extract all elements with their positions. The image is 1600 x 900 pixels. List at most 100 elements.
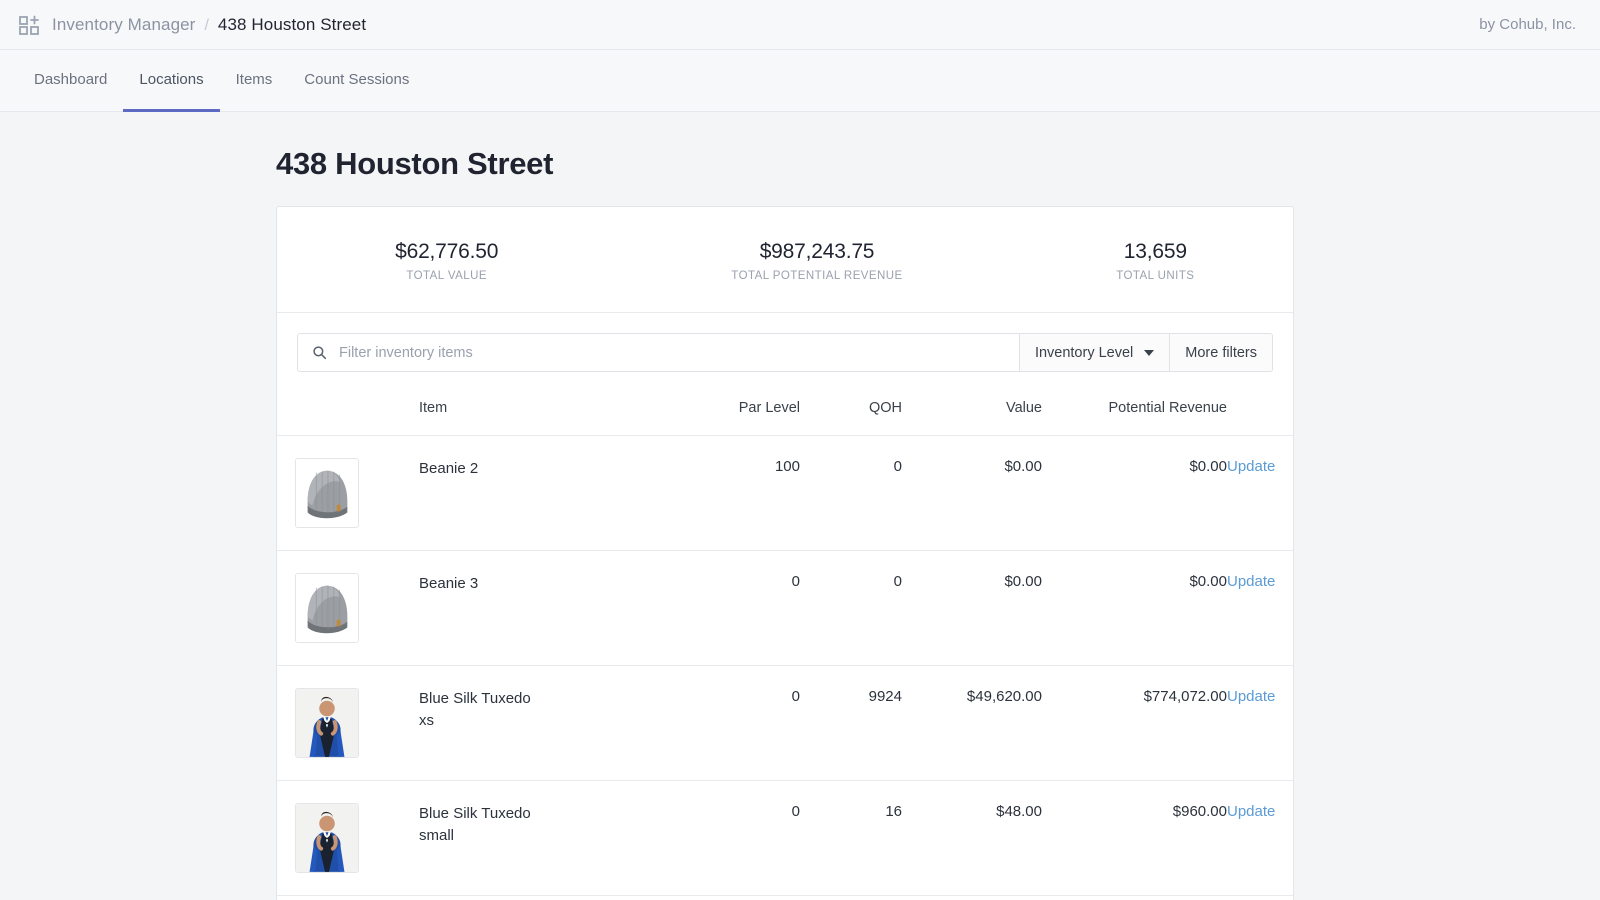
- update-link[interactable]: Update: [1227, 573, 1275, 590]
- more-filters-button[interactable]: More filters: [1170, 333, 1273, 373]
- breadcrumb: Inventory Manager / 438 Houston Street: [52, 15, 366, 35]
- column-header-par-level: Par Level: [684, 390, 800, 437]
- inventory-table-body: Beanie 2 100 0 $0.00 $0.00 Update Beanie 3 0 0 $0…: [277, 435, 1293, 900]
- search-icon: [312, 345, 327, 360]
- stat-total-value-label: TOTAL VALUE: [406, 270, 487, 283]
- row-potential-revenue-cell: $774,072.00: [1042, 665, 1227, 782]
- row-potential-revenue-cell: $960.00: [1042, 780, 1227, 897]
- search-field-wrapper[interactable]: [297, 333, 1020, 373]
- beanie-thumbnail: [295, 573, 359, 644]
- update-link[interactable]: Update: [1227, 458, 1275, 475]
- row-item-cell: Blue Silk Tuxedomedium: [419, 896, 684, 900]
- row-item-cell: Beanie 3: [419, 550, 684, 667]
- chevron-down-icon: [1144, 349, 1155, 356]
- row-item-cell: Beanie 2: [419, 435, 684, 552]
- row-par-level-cell: 0: [684, 665, 800, 782]
- more-filters-label: More filters: [1185, 344, 1257, 361]
- column-header-potential-revenue: Potential Revenue: [1042, 390, 1227, 437]
- tab-count-sessions-label: Count Sessions: [304, 71, 410, 88]
- topbar: Inventory Manager / 438 Houston Street b…: [0, 0, 1600, 50]
- row-action-cell: Update: [1227, 780, 1293, 897]
- item-name: Beanie 3: [419, 575, 479, 593]
- page-title: 438 Houston Street: [276, 146, 554, 181]
- table-header-row: Item Par Level QOH Value Potential Reven…: [277, 390, 1293, 437]
- tab-dashboard-label: Dashboard: [34, 71, 108, 88]
- stat-total-units: 13,659 TOTAL UNITS: [1018, 240, 1293, 282]
- row-thumbnail-cell: [277, 550, 419, 667]
- update-link[interactable]: Update: [1227, 803, 1275, 820]
- column-header-thumbnail: [277, 390, 419, 437]
- row-thumbnail-cell: [277, 435, 419, 552]
- page-content: 438 Houston Street $62,776.50 TOTAL VALU…: [0, 146, 1600, 900]
- tab-items-label: Items: [235, 71, 273, 88]
- row-value-cell: $49,620.00: [902, 665, 1042, 782]
- stat-total-potential-revenue-label: TOTAL POTENTIAL REVENUE: [731, 270, 903, 283]
- byline: by Cohub, Inc.: [1479, 16, 1576, 33]
- grid-plus-icon[interactable]: [18, 14, 40, 36]
- tab-items[interactable]: Items: [220, 50, 289, 112]
- column-header-item: Item: [419, 390, 684, 437]
- breadcrumb-current: 438 Houston Street: [217, 14, 367, 34]
- breadcrumb-separator: /: [204, 16, 209, 34]
- row-action-cell: Update: [1227, 665, 1293, 782]
- row-value-cell: $0.00: [902, 550, 1042, 667]
- table-row[interactable]: Beanie 2 100 0 $0.00 $0.00 Update: [277, 435, 1293, 552]
- nav-tabs: Dashboard Locations Items Count Sessions: [0, 50, 1600, 112]
- table-row[interactable]: Beanie 3 0 0 $0.00 $0.00 Update: [277, 550, 1293, 667]
- item-variant: xs: [419, 712, 434, 730]
- stat-total-units-label: TOTAL UNITS: [1116, 270, 1195, 283]
- column-header-qoh: QOH: [800, 390, 902, 437]
- breadcrumb-root[interactable]: Inventory Manager: [52, 15, 195, 35]
- tuxedo-thumbnail: [295, 803, 359, 874]
- item-name: Blue Silk Tuxedo: [419, 805, 531, 823]
- row-potential-revenue-cell: $0.00: [1042, 435, 1227, 552]
- table-row[interactable]: Blue Silk Tuxedo small 0 16 $48.00 $960.00 Upd…: [277, 780, 1293, 897]
- search-input[interactable]: [339, 344, 1009, 361]
- stat-total-value-amount: $62,776.50: [395, 240, 499, 263]
- row-qoh-cell: 0: [800, 435, 902, 552]
- tab-dashboard[interactable]: Dashboard: [18, 50, 123, 112]
- inventory-level-filter-button[interactable]: Inventory Level: [1019, 333, 1171, 373]
- row-value-cell: $0.00: [902, 896, 1042, 900]
- stat-total-potential-revenue-amount: $987,243.75: [759, 240, 875, 263]
- row-value-cell: $0.00: [902, 435, 1042, 552]
- row-par-level-cell: 0: [684, 780, 800, 897]
- row-potential-revenue-cell: $1,504.00: [1042, 896, 1227, 900]
- stats-summary: $62,776.50 TOTAL VALUE $987,243.75 TOTAL…: [277, 207, 1293, 314]
- table-row[interactable]: Blue Silk Tuxedomedium032$0.00$1,504.00U…: [277, 896, 1293, 900]
- filter-bar: Inventory Level More filters: [277, 313, 1293, 390]
- tab-count-sessions[interactable]: Count Sessions: [288, 50, 425, 112]
- inventory-level-filter-label: Inventory Level: [1034, 344, 1134, 361]
- row-thumbnail-cell: [277, 665, 419, 782]
- row-qoh-cell: 16: [800, 780, 902, 897]
- row-qoh-cell: 9924: [800, 665, 902, 782]
- tuxedo-thumbnail: [295, 688, 359, 759]
- row-par-level-cell: 0: [684, 550, 800, 667]
- stat-total-units-amount: 13,659: [1123, 240, 1187, 263]
- row-value-cell: $48.00: [902, 780, 1042, 897]
- row-potential-revenue-cell: $0.00: [1042, 550, 1227, 667]
- row-qoh-cell: 32: [800, 896, 902, 900]
- row-action-cell: Update: [1227, 550, 1293, 667]
- row-action-cell: Update: [1227, 896, 1293, 900]
- stat-total-potential-revenue: $987,243.75 TOTAL POTENTIAL REVENUE: [616, 240, 1017, 282]
- item-name: Beanie 2: [419, 460, 479, 478]
- row-item-cell: Blue Silk Tuxedo small: [419, 780, 684, 897]
- tab-locations[interactable]: Locations: [123, 50, 220, 112]
- column-header-value: Value: [902, 390, 1042, 437]
- tab-locations-label: Locations: [139, 71, 204, 88]
- row-thumbnail-cell: [277, 896, 419, 900]
- row-item-cell: Blue Silk Tuxedo xs: [419, 665, 684, 782]
- table-row[interactable]: Blue Silk Tuxedo xs 0 9924 $49,620.00 $774,07…: [277, 665, 1293, 782]
- stat-total-value: $62,776.50 TOTAL VALUE: [277, 240, 616, 282]
- item-name: Blue Silk Tuxedo: [419, 690, 531, 708]
- beanie-thumbnail: [295, 458, 359, 529]
- update-link[interactable]: Update: [1227, 688, 1275, 705]
- row-par-level-cell: 100: [684, 435, 800, 552]
- item-variant: small: [419, 827, 455, 845]
- row-thumbnail-cell: [277, 780, 419, 897]
- column-header-action: [1227, 390, 1293, 437]
- inventory-table: Item Par Level QOH Value Potential Reven…: [277, 390, 1293, 900]
- row-par-level-cell: 0: [684, 896, 800, 900]
- inventory-table-header: Item Par Level QOH Value Potential Reven…: [277, 390, 1293, 437]
